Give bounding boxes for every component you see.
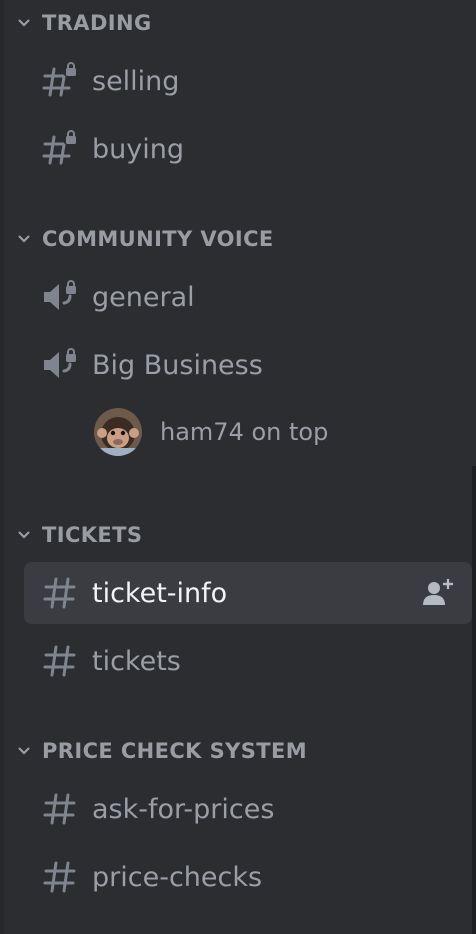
channel-label: general <box>92 281 195 313</box>
category-label: PRICE CHECK SYSTEM <box>42 739 307 763</box>
channel-big-business-voice[interactable]: Big Business <box>24 334 472 396</box>
category-tickets[interactable]: TICKETS <box>14 518 142 552</box>
channel-label: buying <box>92 133 184 165</box>
channel-ask-for-prices[interactable]: ask-for-prices <box>24 778 472 840</box>
channel-selling[interactable]: selling <box>24 50 472 112</box>
avatar <box>94 408 142 456</box>
channel-ticket-info[interactable]: ticket-info <box>24 562 472 624</box>
channel-sidebar: TRADING selling buying COMMUNITY VOICE g… <box>0 0 476 934</box>
channel-buying[interactable]: buying <box>24 118 472 180</box>
voice-user-name: ham74 on top <box>160 418 329 446</box>
chevron-down-icon <box>14 741 34 761</box>
channel-label: Big Business <box>92 349 263 381</box>
category-label: TRADING <box>42 11 152 35</box>
category-trading[interactable]: TRADING <box>14 6 152 40</box>
channel-label: selling <box>92 65 180 97</box>
locked-voice-channel-icon <box>40 277 80 317</box>
voice-user-item[interactable]: ham74 on top <box>94 405 328 459</box>
locked-text-channel-icon <box>40 129 80 169</box>
channel-label: price-checks <box>92 861 263 893</box>
locked-voice-channel-icon <box>40 345 80 385</box>
locked-text-channel-icon <box>40 61 80 101</box>
channel-label: ask-for-prices <box>92 793 275 825</box>
text-channel-icon <box>40 641 80 681</box>
category-label: TICKETS <box>42 523 143 547</box>
chevron-down-icon <box>14 525 34 545</box>
channel-general-voice[interactable]: general <box>24 266 472 328</box>
text-channel-icon <box>40 573 80 613</box>
channel-label: ticket-info <box>92 577 228 609</box>
text-channel-icon <box>40 857 80 897</box>
channel-tickets[interactable]: tickets <box>24 630 472 692</box>
category-label: COMMUNITY VOICE <box>42 227 274 251</box>
chevron-down-icon <box>14 229 34 249</box>
category-community-voice[interactable]: COMMUNITY VOICE <box>14 222 274 256</box>
scrollbar[interactable] <box>472 466 476 934</box>
text-channel-icon <box>40 789 80 829</box>
channel-label: tickets <box>92 645 181 677</box>
add-member-icon[interactable] <box>418 573 458 613</box>
channel-price-checks[interactable]: price-checks <box>24 846 472 908</box>
category-price-check-system[interactable]: PRICE CHECK SYSTEM <box>14 734 307 768</box>
chevron-down-icon <box>14 13 34 33</box>
